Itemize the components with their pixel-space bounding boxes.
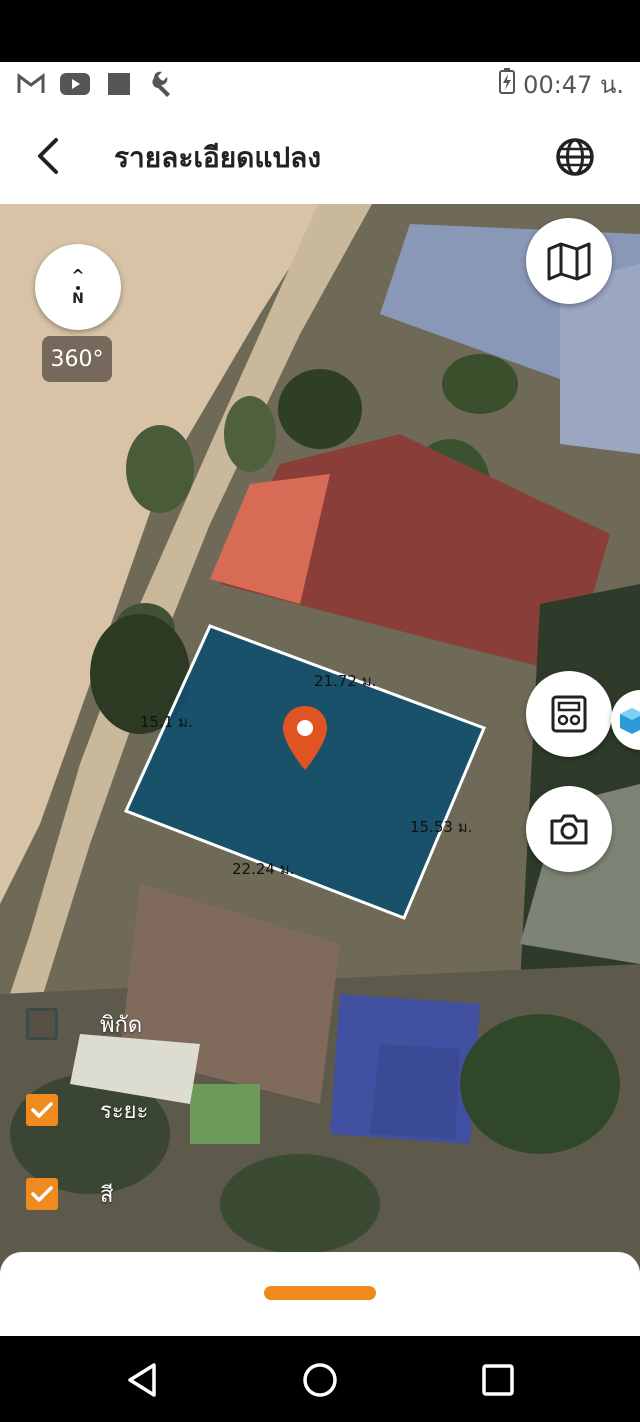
bottom-sheet[interactable] — [0, 1252, 640, 1336]
clock: 00:47 น. — [523, 70, 624, 99]
satellite-map[interactable]: 21.72 ม. 15.1 ม. 15.53 ม. 22.24 ม. ^ N 3… — [0, 204, 640, 1280]
status-bar: 00:47 น. — [0, 62, 640, 106]
drag-handle[interactable] — [264, 1286, 376, 1300]
nav-home-button[interactable] — [300, 1360, 340, 1400]
layer-toggle-distance[interactable]: ระยะ — [26, 1094, 148, 1126]
rotate-360-button[interactable]: 360° — [42, 336, 112, 382]
camera-button[interactable] — [526, 786, 612, 872]
system-nav-bar — [0, 1336, 640, 1422]
camera-icon — [550, 814, 588, 845]
compass-dot — [76, 286, 80, 290]
globe-icon — [556, 138, 594, 176]
layer-toggle-color[interactable]: สี — [26, 1178, 113, 1210]
survey-stamp-icon — [551, 695, 587, 733]
checkbox-unchecked[interactable] — [26, 1008, 58, 1040]
app-header: รายละเอียดแปลง — [0, 106, 640, 204]
cube-icon — [620, 708, 640, 734]
nav-home-icon — [303, 1363, 337, 1397]
stop-square-icon — [104, 71, 134, 97]
edge-length-top: 21.72 ม. — [314, 672, 377, 690]
layer-label: สี — [100, 1182, 114, 1208]
location-pin-icon[interactable] — [280, 704, 330, 774]
back-button[interactable] — [26, 132, 74, 180]
checkmark-icon — [31, 1102, 53, 1118]
screen-top-edge — [0, 0, 640, 62]
nav-back-button[interactable] — [124, 1360, 164, 1400]
layer-label: พิกัด — [100, 1012, 143, 1038]
map-icon — [547, 242, 591, 281]
layer-label: ระยะ — [100, 1098, 149, 1124]
youtube-icon — [60, 71, 90, 97]
globe-button[interactable] — [552, 134, 598, 180]
back-arrow-icon — [38, 138, 58, 174]
nav-recents-button[interactable] — [478, 1360, 518, 1400]
page-title: รายละเอียดแปลง — [114, 141, 321, 174]
nav-back-icon — [128, 1363, 156, 1397]
edge-length-bottom: 22.24 ม. — [232, 860, 295, 878]
map-type-button[interactable] — [526, 218, 612, 304]
checkbox-checked[interactable] — [26, 1094, 58, 1126]
layer-toggle-coordinates[interactable]: พิกัด — [26, 1008, 142, 1040]
wrench-icon — [148, 71, 178, 97]
edge-length-right: 15.53 ม. — [410, 818, 473, 836]
gmail-icon — [16, 71, 46, 97]
edge-length-left: 15.1 ม. — [140, 713, 193, 731]
checkmark-icon — [31, 1186, 53, 1202]
north-letter: N — [72, 291, 84, 307]
nav-recents-icon — [482, 1364, 514, 1396]
compass-button[interactable]: ^ N — [35, 244, 121, 330]
survey-stamp-button[interactable] — [526, 671, 612, 757]
checkbox-checked[interactable] — [26, 1178, 58, 1210]
north-arrow-icon: ^ — [71, 266, 85, 285]
battery-charging-icon — [499, 68, 516, 100]
